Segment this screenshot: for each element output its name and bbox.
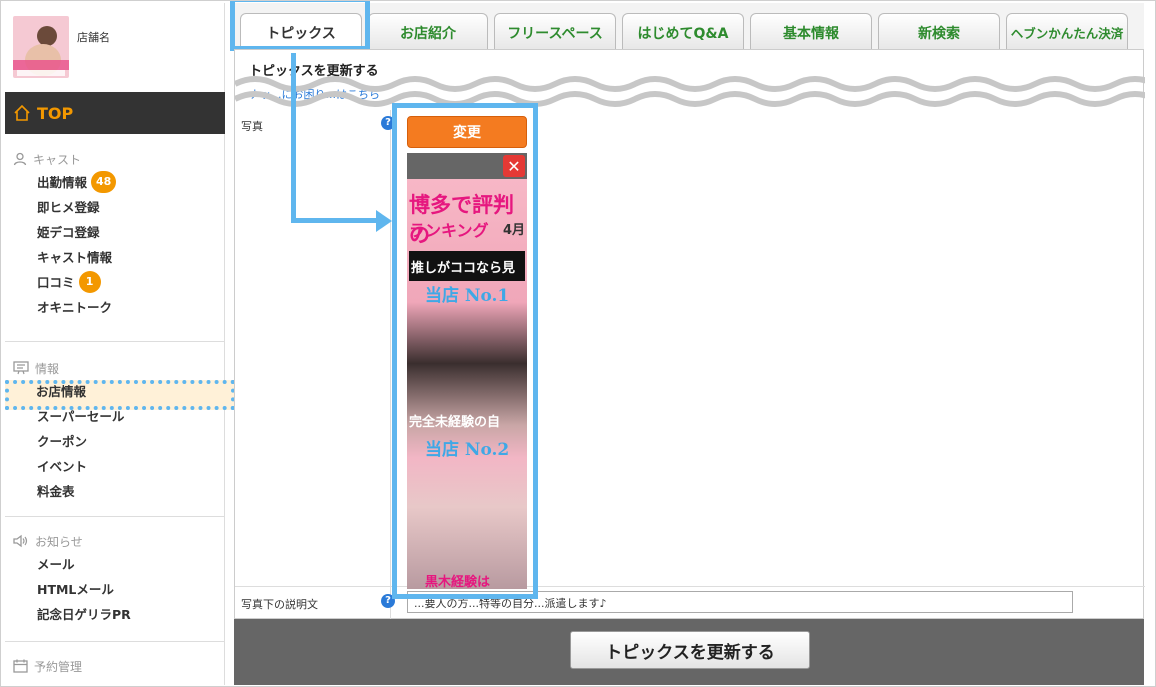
sidebar-item-mail[interactable]: メール — [5, 551, 225, 576]
divider — [5, 341, 225, 342]
topics-form: トピックスを更新する ナッ...にお困り...はこちら 写真 ? 変更 ✕ 博多… — [234, 49, 1145, 620]
board-icon — [13, 361, 29, 375]
info-heading: 情報 — [5, 358, 225, 378]
image-highlight-box — [392, 103, 538, 599]
calendar-icon — [13, 659, 28, 673]
notice-heading-label: お知らせ — [35, 534, 83, 549]
tab-label: 基本情報 — [783, 25, 839, 42]
sidebar-item-anniversary-pr[interactable]: 記念日ゲリラPR — [5, 601, 225, 626]
tab-shop-intro[interactable]: お店紹介 — [368, 13, 488, 51]
reservation-section: 予約管理 — [5, 656, 225, 676]
home-icon — [14, 104, 30, 121]
sidebar-item-price-list[interactable]: 料金表 — [5, 478, 225, 503]
sidebar-item-label: 即ヒメ登録 — [37, 200, 100, 215]
sidebar-item-reviews[interactable]: 口コミ 1 — [5, 269, 225, 294]
nav-top[interactable]: TOP — [5, 92, 225, 134]
column-separator — [390, 110, 391, 620]
tab-new-search[interactable]: 新検索 — [878, 13, 1000, 51]
sidebar-item-label: スーパーセール — [37, 409, 125, 424]
sidebar-item-label: HTMLメール — [37, 582, 114, 597]
sidebar-item-label: 料金表 — [37, 484, 75, 499]
sidebar-item-event[interactable]: イベント — [5, 453, 225, 478]
nav-top-label: TOP — [37, 103, 74, 123]
update-topics-button[interactable]: トピックスを更新する — [570, 631, 810, 669]
tab-label: はじめてQ&A — [637, 25, 729, 42]
page: 店舗名 TOP キャスト 出勤情報 48 即ヒメ登録 姫デコ登録 キャスト情報 … — [0, 0, 1156, 687]
sidebar-item-label: メール — [37, 557, 75, 572]
tab-basic-info[interactable]: 基本情報 — [750, 13, 872, 51]
reservation-heading[interactable]: 予約管理 — [5, 656, 225, 676]
sidebar-item-html-mail[interactable]: HTMLメール — [5, 576, 225, 601]
annotation-connector — [291, 53, 296, 223]
sidebar-item-label: イベント — [37, 459, 88, 474]
cast-heading-label: キャスト — [33, 152, 82, 167]
sidebar-item-label: クーポン — [37, 434, 88, 449]
sidebar-item-attendance[interactable]: 出勤情報 48 — [5, 169, 225, 194]
notice-section: お知らせ メール HTMLメール 記念日ゲリラPR — [5, 531, 225, 626]
notice-heading: お知らせ — [5, 531, 225, 551]
photo-label: 写真 — [241, 120, 263, 133]
divider — [5, 641, 225, 642]
sidebar-item-label: 姫デコ登録 — [37, 225, 100, 240]
shop-logo — [13, 16, 69, 78]
tab-label: 新検索 — [918, 25, 960, 42]
tab-first-qa[interactable]: はじめてQ&A — [622, 13, 744, 51]
sidebar-item-shop-info[interactable]: お店情報 — [5, 378, 225, 403]
main-panel: トピックス お店紹介 フリースペース はじめてQ&A 基本情報 新検索 ヘブンか… — [230, 1, 1145, 685]
form-footer: トピックスを更新する — [234, 619, 1144, 685]
cast-section: キャスト 出勤情報 48 即ヒメ登録 姫デコ登録 キャスト情報 口コミ 1 オキ… — [5, 149, 225, 319]
tab-highlight-box — [230, 1, 370, 51]
sidebar-item-hime-deco[interactable]: 姫デコ登録 — [5, 219, 225, 244]
annotation-connector — [291, 218, 381, 223]
sidebar-item-label: オキニトーク — [37, 300, 113, 315]
sidebar-item-label: お店情報 — [36, 384, 87, 399]
description-label: 写真下の説明文 — [241, 598, 318, 611]
person-icon — [13, 152, 27, 166]
tab-bar: トピックス お店紹介 フリースペース はじめてQ&A 基本情報 新検索 ヘブンか… — [234, 9, 1144, 51]
sidebar: 店舗名 TOP キャスト 出勤情報 48 即ヒメ登録 姫デコ登録 キャスト情報 … — [5, 3, 235, 685]
sidebar-item-label: キャスト情報 — [37, 250, 113, 265]
count-badge: 48 — [91, 170, 117, 193]
sidebar-item-okini-talk[interactable]: オキニトーク — [5, 294, 225, 319]
cast-heading: キャスト — [5, 149, 225, 169]
sidebar-item-instant-hime[interactable]: 即ヒメ登録 — [5, 194, 225, 219]
row-separator — [235, 586, 1145, 587]
sidebar-item-label: 出勤情報 — [37, 175, 88, 190]
cut-wave-decoration — [235, 76, 1145, 107]
info-heading-label: 情報 — [35, 361, 60, 376]
count-badge: 1 — [78, 270, 101, 293]
arrow-right-icon — [376, 210, 392, 232]
sidebar-item-cast-info[interactable]: キャスト情報 — [5, 244, 225, 269]
sidebar-item-coupon[interactable]: クーポン — [5, 428, 225, 453]
shop-name: 店舗名 — [77, 31, 110, 44]
tab-label: ヘブンかんたん決済 — [1010, 26, 1124, 41]
speaker-icon — [13, 534, 28, 548]
sidebar-item-label: 口コミ — [37, 275, 75, 290]
sidebar-item-super-sale[interactable]: スーパーセール — [5, 403, 225, 428]
sidebar-item-label: 記念日ゲリラPR — [37, 607, 131, 622]
shop-header: 店舗名 — [5, 3, 224, 91]
tab-label: お店紹介 — [400, 25, 456, 42]
divider — [5, 516, 225, 517]
tab-free-space[interactable]: フリースペース — [494, 13, 616, 51]
info-section: 情報 お店情報 スーパーセール クーポン イベント 料金表 — [5, 358, 225, 503]
reservation-heading-label: 予約管理 — [34, 659, 83, 674]
tab-label: フリースペース — [507, 25, 603, 42]
tab-heaven-payment[interactable]: ヘブンかんたん決済 — [1006, 13, 1128, 51]
